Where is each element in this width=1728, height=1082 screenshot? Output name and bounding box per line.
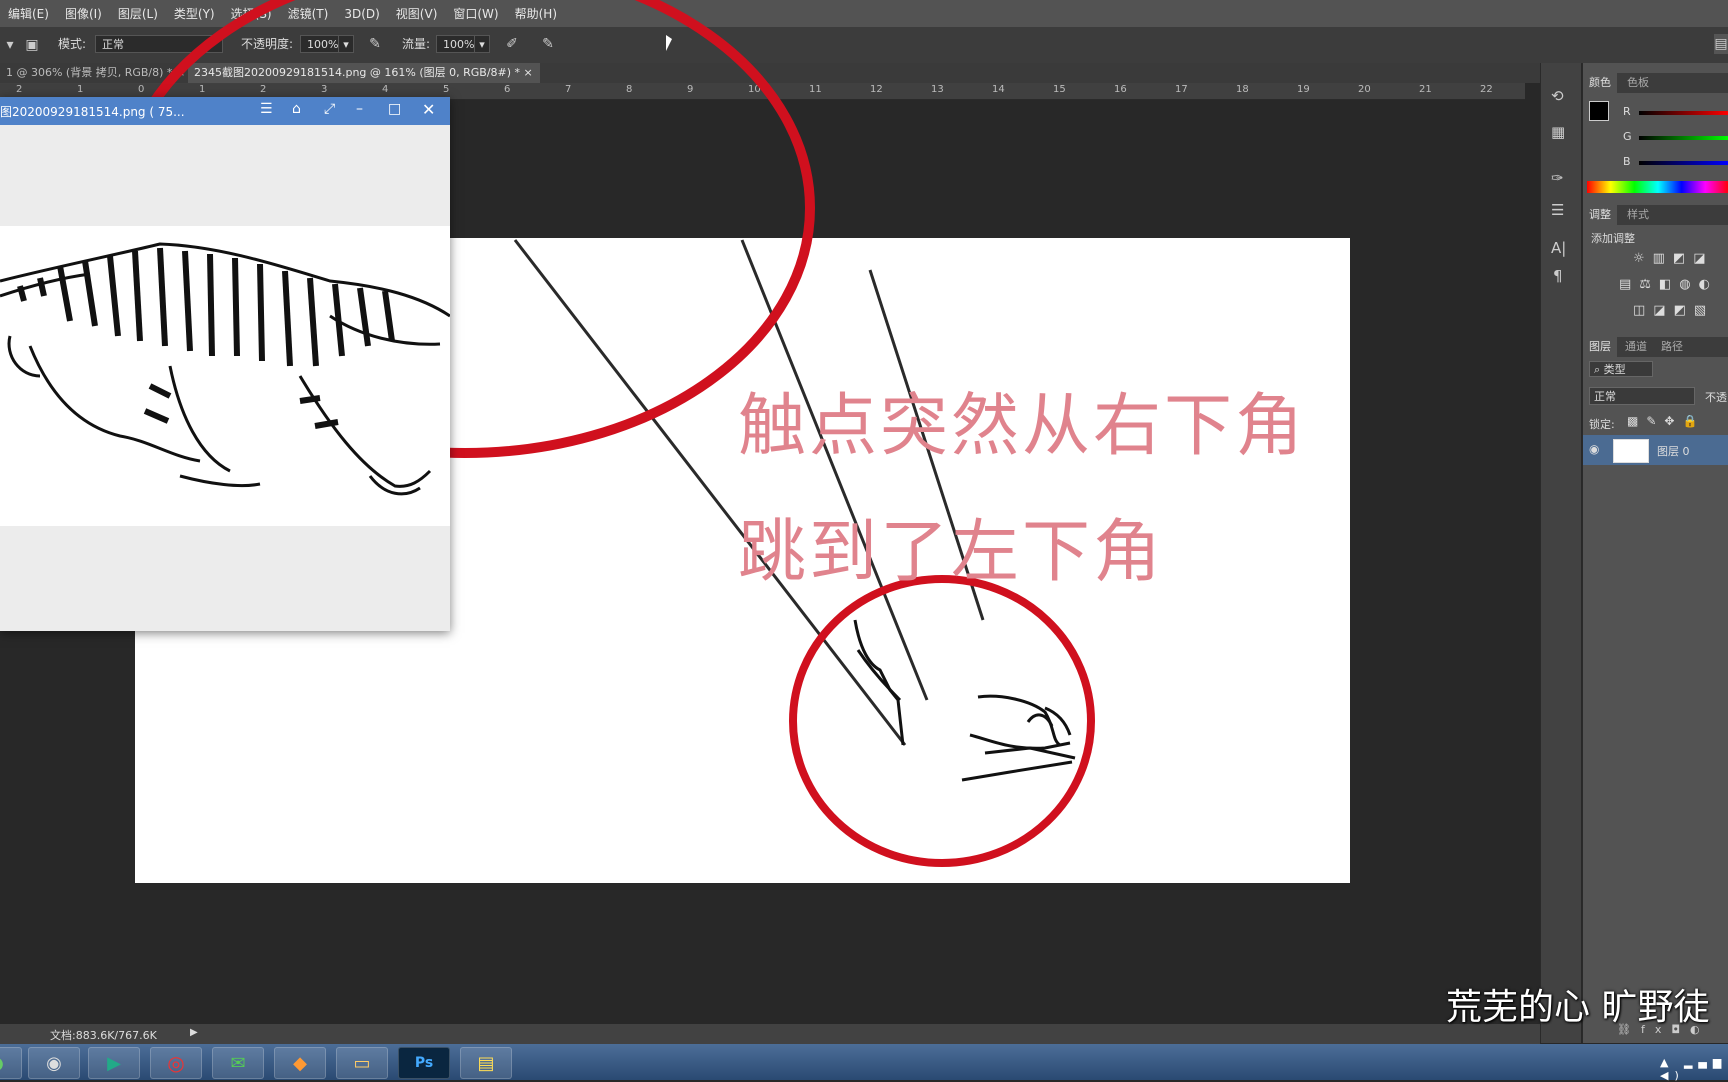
layer-thumbnail (1613, 439, 1649, 463)
color-spectrum-bar[interactable] (1587, 181, 1728, 193)
tiger-illustration (0, 242, 450, 496)
channel-g-slider[interactable] (1639, 136, 1728, 140)
taskbar-wechat[interactable]: ✉ (212, 1047, 264, 1079)
foreground-color-swatch[interactable] (1589, 101, 1609, 121)
close-icon[interactable]: ✕ (422, 100, 435, 119)
status-menu-arrow-icon[interactable]: ▶ (190, 1027, 198, 1038)
taskbar-app-6[interactable]: ◆ (274, 1047, 326, 1079)
drawn-strokes (513, 239, 985, 746)
channel-b-label: B (1623, 155, 1631, 168)
photoshop-icon: Ps (414, 1055, 434, 1071)
layer-name: 图层 0 (1657, 445, 1690, 458)
maximize-icon[interactable]: □ (388, 101, 401, 117)
music-icon: ◎ (167, 1051, 185, 1075)
panel-icon-strip: ⟲ ▦ ✑ ☰ A| ¶ (1540, 63, 1581, 1043)
stroke-line-middle (740, 239, 929, 701)
tab-layers[interactable]: 图层 (1583, 337, 1617, 357)
taskbar-app-1[interactable]: ● (0, 1047, 22, 1079)
tab-color[interactable]: 颜色 (1583, 73, 1617, 93)
eye-icon[interactable]: ◉ (1589, 442, 1599, 456)
menu-icon[interactable]: ☰ (260, 101, 273, 117)
tab-paths[interactable]: 路径 (1655, 337, 1689, 357)
stroke-line-left (513, 239, 907, 746)
skin-icon[interactable]: ⌂ (292, 101, 301, 117)
taskbar-app-9[interactable]: ▤ (460, 1047, 512, 1079)
tool-presets-icon[interactable]: ☰ (1551, 201, 1564, 219)
tab-styles[interactable]: 样式 (1621, 205, 1655, 225)
viewer-title-bar[interactable]: 图20200929181514.png ( 75... ☰ ⌂ ⤢ – □ ✕ (0, 97, 450, 125)
highlight-circle-bottom (789, 575, 1095, 867)
channel-r-slider[interactable] (1639, 111, 1728, 115)
lock-label: 锁定: (1589, 418, 1615, 431)
chat-icon: ✉ (230, 1052, 246, 1074)
windows-taskbar: ● ◉ ▶ ◎ ✉ ◆ ▭ Ps ▤ ▲ ▂▄▆ ◀) (0, 1044, 1728, 1082)
paragraph-icon[interactable]: ¶ (1553, 267, 1563, 285)
actions-icon[interactable]: ▦ (1551, 123, 1565, 141)
fullscreen-icon[interactable]: ⤢ (324, 101, 335, 117)
viewer-title: 图20200929181514.png ( 75... (0, 105, 185, 119)
doc-info: 文档:883.6K/767.6K (50, 1029, 157, 1042)
notes-icon: ▤ (477, 1052, 495, 1074)
brush-presets-icon[interactable]: ✑ (1551, 169, 1564, 187)
layer-opacity-label: 不透 (1705, 391, 1727, 404)
adjustments-panel-header: 调整 样式 (1583, 205, 1728, 225)
taskbar-explorer[interactable]: ▭ (336, 1047, 388, 1079)
taskbar-app-3[interactable]: ▶ (88, 1047, 140, 1079)
app-icon: ◉ (46, 1052, 62, 1074)
taskbar-netease-music[interactable]: ◎ (150, 1047, 202, 1079)
channel-r-label: R (1623, 105, 1631, 118)
tab-channels[interactable]: 通道 (1619, 337, 1653, 357)
taskbar-photoshop[interactable]: Ps (398, 1047, 450, 1079)
add-adjustment-label: 添加调整 (1591, 232, 1635, 245)
folder-icon: ▭ (353, 1052, 371, 1074)
channel-b-slider[interactable] (1639, 161, 1728, 165)
adjustment-icons-row-3[interactable]: ◫◪◩▧ (1633, 303, 1714, 318)
adjustment-icons-row-2[interactable]: ▤⚖◧◍◐ (1619, 277, 1718, 292)
app-icon: ▶ (107, 1052, 121, 1074)
channel-g-label: G (1623, 130, 1632, 143)
right-panels: 颜色 色板 R G B 调整 样式 添加调整 ☼▥◩◪ ▤⚖◧◍◐ ◫◪◩▧ 图… (1582, 63, 1728, 1043)
tiger-paw-sketch (853, 619, 1076, 782)
history-icon[interactable]: ⟲ (1551, 87, 1564, 105)
minimize-icon[interactable]: – (356, 101, 363, 117)
status-bar: 文档:883.6K/767.6K ▶ (0, 1024, 1540, 1044)
video-subtitle: 荒芜的心 旷野徒 (1446, 987, 1710, 1028)
lock-icons[interactable]: ▩✎✥🔒 (1627, 414, 1705, 428)
tab-swatches[interactable]: 色板 (1621, 73, 1655, 93)
app-icon: ● (0, 1053, 4, 1074)
app-icon: ◆ (293, 1052, 307, 1074)
caption-line-2: 跳到了左下角 (738, 513, 1165, 592)
character-icon[interactable]: A| (1551, 239, 1566, 257)
layer-row[interactable]: ◉ 图层 0 (1583, 435, 1728, 465)
layer-kind-filter[interactable]: ⌕ 类型 (1589, 361, 1653, 377)
taskbar-app-2[interactable]: ◉ (28, 1047, 80, 1079)
caption-line-1: 触点突然从右下角 (738, 387, 1307, 466)
tab-adjustments[interactable]: 调整 (1583, 205, 1617, 225)
tiger-image (0, 226, 450, 526)
adjustment-icons-row-1[interactable]: ☼▥◩◪ (1633, 251, 1714, 266)
image-viewer-window[interactable]: 图20200929181514.png ( 75... ☰ ⌂ ⤢ – □ ✕ (0, 97, 450, 631)
system-tray-icons[interactable]: ▲ ▂▄▆ ◀) (1660, 1056, 1728, 1082)
blend-mode-select[interactable]: 正常 (1589, 387, 1695, 405)
color-panel-header: 颜色 色板 (1583, 73, 1728, 93)
layers-panel-header: 图层 通道 路径 (1583, 337, 1728, 357)
